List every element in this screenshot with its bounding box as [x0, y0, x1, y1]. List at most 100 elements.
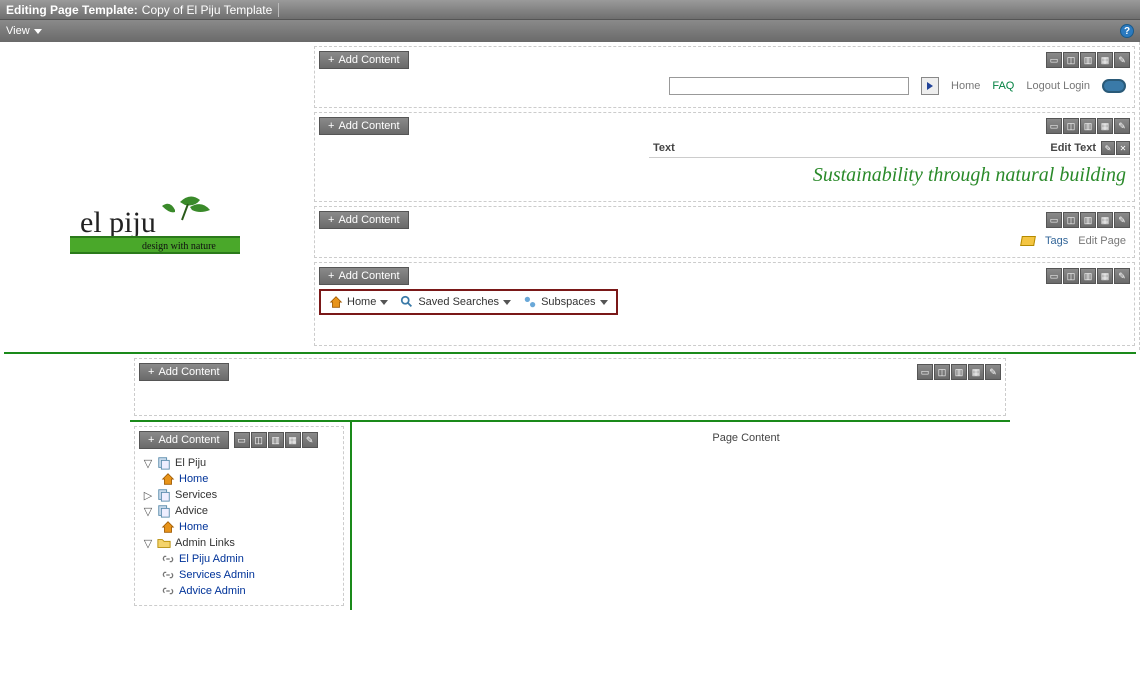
page-content-area: Page Content [350, 422, 1140, 610]
link-icon [161, 552, 175, 566]
layout-button-group: ▭ ◫ ▥ ▦ ✎ [1045, 212, 1130, 228]
logout-login-link[interactable]: Logout Login [1026, 80, 1090, 92]
layout-custom-icon[interactable]: ▦ [1097, 212, 1113, 228]
collapse-icon[interactable]: ▽ [143, 537, 153, 550]
layout-1col-icon[interactable]: ▭ [1046, 268, 1062, 284]
layout-2col-icon[interactable]: ◫ [934, 364, 950, 380]
layout-2col-icon[interactable]: ◫ [1063, 268, 1079, 284]
layout-2col-icon[interactable]: ◫ [1063, 212, 1079, 228]
tree-node-home[interactable]: Home [161, 471, 335, 487]
menu-home[interactable]: Home [329, 295, 388, 309]
tree-node-advice[interactable]: ▽ Advice [143, 503, 335, 519]
wrench-icon[interactable]: ✎ [1114, 212, 1130, 228]
add-content-button[interactable]: Add Content [319, 211, 409, 229]
wrench-icon[interactable]: ✎ [1114, 268, 1130, 284]
layout-2col-icon[interactable]: ◫ [1063, 118, 1079, 134]
home-icon [161, 472, 175, 486]
layout-2col-icon[interactable]: ◫ [1063, 52, 1079, 68]
wrench-icon[interactable]: ✎ [302, 432, 318, 448]
layout-3col-icon[interactable]: ▥ [1080, 118, 1096, 134]
layout-3col-icon[interactable]: ▥ [1080, 52, 1096, 68]
layout-3col-icon[interactable]: ▥ [1080, 268, 1096, 284]
layout-custom-icon[interactable]: ▦ [1097, 118, 1113, 134]
menu-bar: Home Saved Searches Subspaces [319, 289, 618, 315]
menu-home-label: Home [347, 296, 376, 308]
chevron-down-icon [600, 300, 608, 305]
pencil-icon[interactable]: ✎ [1101, 141, 1115, 155]
menu-subspaces[interactable]: Subspaces [523, 295, 607, 309]
tree-label: Advice [175, 505, 208, 517]
title-separator [278, 3, 279, 17]
tree-label: Home [179, 473, 208, 485]
edit-page-link[interactable]: Edit Page [1078, 235, 1126, 247]
search-input[interactable] [669, 77, 909, 95]
layout-button-group: ▭ ◫ ▥ ▦ ✎ [1045, 52, 1130, 68]
faq-link[interactable]: FAQ [992, 80, 1014, 92]
layout-custom-icon[interactable]: ▦ [968, 364, 984, 380]
layout-3col-icon[interactable]: ▥ [1080, 212, 1096, 228]
left-column: el piju design with nature [0, 42, 310, 350]
tree-label: El Piju Admin [179, 553, 244, 565]
edit-text-button[interactable]: Edit Text [1050, 142, 1096, 154]
layout-custom-icon[interactable]: ▦ [285, 432, 301, 448]
view-menu[interactable]: View [6, 25, 42, 37]
search-go-button[interactable] [921, 77, 939, 95]
tree-node-root[interactable]: ▽ El Piju [143, 455, 335, 471]
wrench-icon[interactable]: ✎ [1114, 118, 1130, 134]
tree-node-services[interactable]: ▷ Services [143, 487, 335, 503]
layout-3col-icon[interactable]: ▥ [268, 432, 284, 448]
tree-label: El Piju [175, 457, 206, 469]
navigation-tree: ▽ El Piju Home ▷ Services ▽ Advice [139, 453, 339, 601]
brand-icon [1102, 79, 1126, 93]
menu-subspaces-label: Subspaces [541, 296, 595, 308]
add-content-button[interactable]: Add Content [139, 363, 229, 381]
layout-1col-icon[interactable]: ▭ [917, 364, 933, 380]
help-icon[interactable]: ? [1120, 24, 1134, 38]
layout-1col-icon[interactable]: ▭ [1046, 118, 1062, 134]
add-content-button[interactable]: Add Content [319, 117, 409, 135]
tree-node-advice-home[interactable]: Home [161, 519, 335, 535]
home-icon [329, 295, 343, 309]
expand-icon[interactable]: ▷ [143, 489, 153, 502]
home-link[interactable]: Home [951, 80, 980, 92]
layout-custom-icon[interactable]: ▦ [1097, 268, 1113, 284]
wrench-icon[interactable]: ✎ [985, 364, 1001, 380]
layout-3col-icon[interactable]: ▥ [951, 364, 967, 380]
logo: el piju design with nature [0, 182, 310, 272]
add-content-button[interactable]: Add Content [319, 267, 409, 285]
collapse-icon[interactable]: ▽ [143, 505, 153, 518]
chevron-down-icon [34, 29, 42, 34]
layout-1col-icon[interactable]: ▭ [1046, 52, 1062, 68]
pages-icon [157, 504, 171, 518]
tree-label: Home [179, 521, 208, 533]
toolbar: View ? [0, 20, 1140, 42]
collapse-icon[interactable]: ▽ [143, 457, 153, 470]
region-tree: Add Content ▭ ◫ ▥ ▦ ✎ ▽ El Piju Home [134, 426, 344, 606]
tree-node-advice-admin[interactable]: Advice Admin [161, 583, 335, 599]
tags-link[interactable]: Tags [1045, 235, 1068, 247]
layout-button-group: ▭ ◫ ▥ ▦ ✎ [1045, 118, 1130, 134]
right-column: Add Content ▭ ◫ ▥ ▦ ✎ Home FAQ Logout Lo… [310, 42, 1140, 350]
template-name: Copy of El Piju Template [142, 3, 273, 17]
tree-node-services-admin[interactable]: Services Admin [161, 567, 335, 583]
layout-1col-icon[interactable]: ▭ [234, 432, 250, 448]
close-icon[interactable]: ✕ [1116, 141, 1130, 155]
region-tags: Add Content ▭ ◫ ▥ ▦ ✎ Tags Edit Page [314, 206, 1135, 258]
layout-2col-icon[interactable]: ◫ [251, 432, 267, 448]
pages-icon [157, 456, 171, 470]
add-content-button[interactable]: Add Content [319, 51, 409, 69]
title-label: Editing Page Template: [6, 3, 138, 17]
title-bar: Editing Page Template: Copy of El Piju T… [0, 0, 1140, 20]
menu-saved-searches[interactable]: Saved Searches [400, 295, 511, 309]
tree-node-admin-links[interactable]: ▽ Admin Links [143, 535, 335, 551]
tree-label: Admin Links [175, 537, 235, 549]
wrench-icon[interactable]: ✎ [1114, 52, 1130, 68]
layout-1col-icon[interactable]: ▭ [1046, 212, 1062, 228]
subspaces-icon [523, 295, 537, 309]
tree-node-el-piju-admin[interactable]: El Piju Admin [161, 551, 335, 567]
svg-text:el piju: el piju [80, 206, 156, 239]
svg-text:design with nature: design with nature [142, 241, 216, 252]
view-label: View [6, 25, 30, 37]
add-content-button[interactable]: Add Content [139, 431, 229, 449]
layout-custom-icon[interactable]: ▦ [1097, 52, 1113, 68]
